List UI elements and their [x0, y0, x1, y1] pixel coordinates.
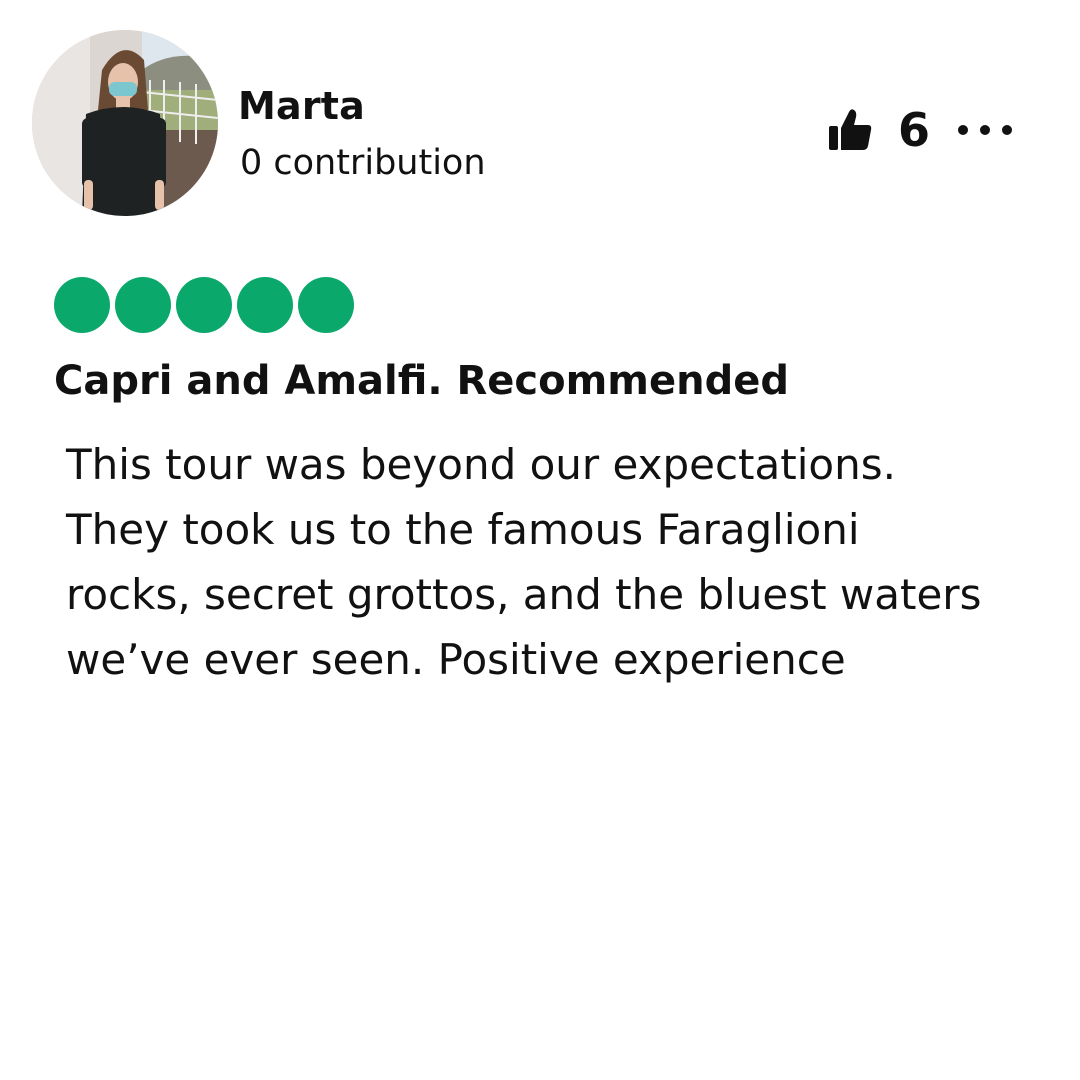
more-options-icon	[1002, 125, 1013, 135]
review-line: we’ve ever seen. Positive experience	[66, 635, 846, 684]
review-title[interactable]: Capri and Amalfi. Recommended	[54, 358, 789, 404]
more-options-icon	[958, 125, 969, 135]
review-actions: 6	[826, 98, 1013, 162]
rating-bubbles	[54, 277, 359, 333]
helpful-count: 6	[898, 103, 931, 157]
rating-bubble	[54, 277, 110, 333]
more-options-button[interactable]	[958, 120, 1013, 140]
review-line: They took us to the famous Faraglioni	[66, 505, 860, 554]
avatar[interactable]	[32, 30, 218, 216]
review-line: rocks, secret grottos, and the bluest wa…	[66, 570, 982, 619]
reviewer-photo	[32, 30, 218, 216]
rating-bubble	[176, 277, 232, 333]
review-line: This tour was beyond our expectations.	[66, 440, 896, 489]
thumbs-up-icon[interactable]	[826, 106, 874, 154]
rating-bubble	[237, 277, 293, 333]
review-body: This tour was beyond our expectations. T…	[66, 432, 1056, 692]
reviewer-name[interactable]: Marta	[238, 84, 365, 128]
rating-bubble	[298, 277, 354, 333]
contribution-count: 0 contribution	[240, 143, 486, 183]
rating-bubble	[115, 277, 171, 333]
more-options-icon	[980, 125, 991, 135]
